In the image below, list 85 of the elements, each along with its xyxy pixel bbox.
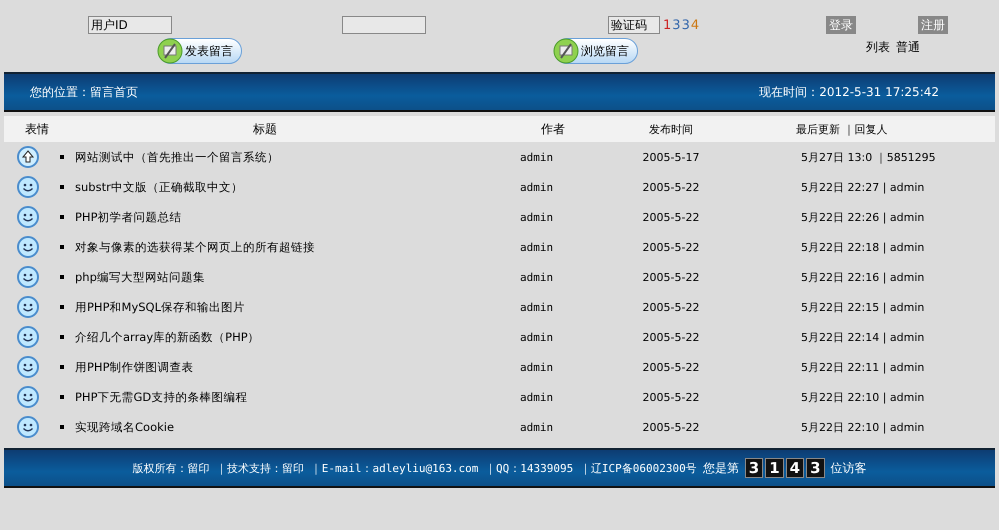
column-header: 作者 — [540, 120, 566, 138]
column-header: 最后更新 ｜回复人 — [795, 122, 888, 136]
last-update-cell-text: 5月22日 22:27 | admin — [800, 180, 926, 194]
date-cell-text: 2005-5-22 — [642, 240, 700, 254]
date-cell-text: 2005-5-22 — [642, 420, 700, 434]
bullet-icon — [60, 425, 64, 429]
date-cell-text: 2005-5-22 — [642, 330, 700, 344]
date-cell-text: 2005-5-22 — [642, 270, 700, 284]
author-cell-text: admin — [519, 330, 554, 344]
date-cell-text: 2005-5-22 — [642, 390, 700, 404]
last-update-cell-text: 5月27日 13:0 ｜5851295 — [800, 150, 937, 164]
date-cell-text: 2005-5-22 — [642, 360, 700, 374]
counter-digit: 1 — [765, 458, 784, 478]
author-cell-text: admin — [519, 360, 554, 374]
last-update-cell-text: 5月22日 22:16 | admin — [800, 270, 926, 284]
smiley-icon — [17, 356, 39, 378]
smiley-icon — [17, 236, 39, 258]
topic-link[interactable]: substr中文版（正确截取中文） — [75, 180, 243, 194]
counter-digit: 3 — [806, 458, 824, 478]
topic-link[interactable]: PHP下无需GD支持的条棒图编程 — [75, 390, 248, 404]
date-cell-text: 2005-5-22 — [642, 210, 700, 224]
topic-link[interactable]: 用PHP制作饼图调查表 — [75, 360, 194, 374]
last-update-cell-text: 5月22日 22:10 | admin — [800, 390, 926, 404]
topic-link[interactable]: 用PHP和MySQL保存和输出图片 — [75, 300, 246, 314]
smiley-icon — [17, 416, 39, 438]
smiley-icon — [17, 266, 39, 288]
visitor-suffix: 位访客 — [830, 460, 866, 476]
bullet-icon — [60, 245, 64, 249]
topic-link[interactable]: 网站测试中（首先推出一个留言系统） — [75, 150, 279, 164]
last-update-cell-text: 5月22日 22:15 | admin — [800, 300, 926, 314]
footer-info: 版权所有：留印 ｜技术支持：留印 ｜E-mail：adleyliu@163.com ｜QQ：14339095 ｜辽ICP备06002300号 — [132, 460, 697, 476]
smiley-icon — [17, 176, 39, 198]
column-header: 标题 — [252, 120, 278, 138]
smiley-icon — [17, 326, 39, 348]
bullet-icon — [60, 305, 64, 309]
form-button[interactable]: 登录 — [826, 16, 856, 34]
last-update-cell-text: 5月22日 22:14 | admin — [800, 330, 926, 344]
author-cell-text: admin — [519, 420, 554, 434]
action-button[interactable]: 发表留言 — [158, 38, 242, 64]
last-update-cell-text: 5月22日 22:18 | admin — [800, 240, 926, 254]
smiley-icon — [17, 206, 39, 228]
topic-link[interactable]: PHP初学者问题总结 — [75, 210, 182, 224]
bullet-icon — [60, 185, 64, 189]
current-time: 现在时间：2012-5-31 17:25:42 — [759, 84, 939, 100]
topic-link[interactable]: 实现跨域名Cookie — [75, 420, 174, 434]
bullet-icon — [60, 335, 64, 339]
date-cell-text: 2005-5-17 — [642, 150, 700, 164]
author-cell-text: admin — [519, 180, 554, 194]
form-button[interactable]: 注册 — [918, 16, 948, 34]
date-cell-text: 2005-5-22 — [642, 300, 700, 314]
bullet-icon — [60, 275, 64, 279]
notepad-icon — [157, 38, 183, 64]
password-field[interactable] — [342, 16, 426, 34]
author-cell-text: admin — [519, 240, 554, 254]
user-id-field[interactable]: 用户ID — [88, 16, 172, 34]
author-cell-text: admin — [519, 270, 554, 284]
smiley-icon — [17, 296, 39, 318]
date-cell-text: 2005-5-22 — [642, 180, 700, 194]
counter-digit: 4 — [786, 458, 804, 478]
author-cell-text: admin — [519, 210, 554, 224]
smiley-icon — [17, 386, 39, 408]
view-mode-link[interactable]: 列表 — [866, 38, 890, 56]
last-update-cell-text: 5月22日 22:26 | admin — [800, 210, 926, 224]
column-header: 发布时间 — [648, 122, 694, 136]
topic-link[interactable]: php编写大型网站问题集 — [75, 270, 205, 284]
location-text: 您的位置：留言首页 — [30, 84, 138, 100]
author-cell-text: admin — [519, 150, 554, 164]
notepad-icon — [553, 38, 579, 64]
topic-link[interactable]: 对象与像素的选获得某个网页上的所有超链接 — [75, 240, 315, 254]
captcha-code: 1 3 34 — [663, 18, 700, 32]
bullet-icon — [60, 395, 64, 399]
topic-link[interactable]: 介绍几个array库的新函数（PHP） — [75, 330, 260, 344]
last-update-cell-text: 5月22日 22:11 | admin — [800, 360, 926, 374]
author-cell-text: admin — [519, 300, 554, 314]
bullet-icon — [60, 215, 64, 219]
visitor-prefix: 您是第 — [702, 460, 739, 476]
last-update-cell-text: 5月22日 22:10 | admin — [800, 420, 926, 434]
view-mode-link[interactable]: 普通 — [896, 38, 920, 56]
bullet-icon — [60, 365, 64, 369]
bullet-icon — [60, 155, 64, 159]
column-header: 表情 — [24, 120, 50, 138]
action-button[interactable]: 浏览留言 — [554, 38, 638, 64]
captcha-field[interactable]: 验证码 — [608, 16, 660, 34]
counter-digit: 3 — [744, 458, 764, 478]
author-cell-text: admin — [519, 390, 554, 404]
